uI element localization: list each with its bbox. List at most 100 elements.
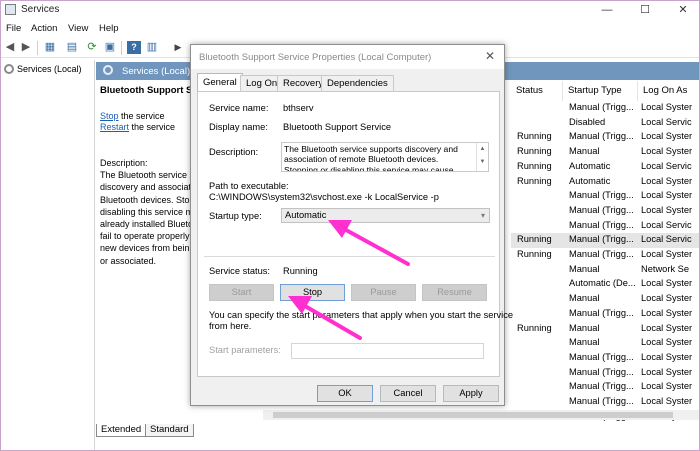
menu-file[interactable]: File — [6, 23, 21, 34]
minimize-button[interactable]: — — [591, 1, 623, 20]
path-value: C:\WINDOWS\system32\svchost.exe -k Local… — [209, 192, 439, 202]
tree-node-services-local[interactable]: Services (Local) — [4, 64, 82, 74]
chevron-up-icon[interactable]: ▲ — [477, 143, 488, 156]
table-row[interactable]: Manual (Trigg... Local Syster — [511, 307, 699, 322]
cancel-button[interactable]: Cancel — [380, 385, 436, 402]
menu-view[interactable]: View — [68, 23, 88, 34]
table-row[interactable]: Running Manual (Trigg... Local Servic — [511, 233, 699, 248]
table-row[interactable]: Running Automatic Local Servic — [511, 160, 699, 175]
tab-general[interactable]: General — [197, 73, 243, 92]
cell-log-on-as: Local Syster — [641, 102, 693, 112]
stop-button[interactable]: Stop — [280, 284, 345, 301]
cell-status: Running — [517, 146, 552, 157]
cell-startup-type: Manual — [569, 263, 600, 274]
chevron-down-icon[interactable]: ▼ — [477, 156, 488, 169]
cell-startup-type: Manual (Trigg... — [569, 102, 634, 112]
table-row[interactable]: Manual (Trigg... Local Syster — [511, 204, 699, 219]
forward-icon[interactable]: ▶ — [19, 41, 33, 54]
cell-startup-type: Manual (Trigg... — [569, 307, 634, 318]
tab-extended[interactable]: Extended — [96, 424, 147, 437]
cell-log-on-as: Local Servic — [641, 234, 692, 245]
table-row[interactable]: Running Manual (Trigg... Local Syster — [511, 130, 699, 145]
start-button[interactable]: Start — [209, 284, 274, 301]
table-row[interactable]: Manual (Trigg... Local Syster — [511, 395, 699, 410]
cell-startup-type: Manual — [569, 293, 600, 304]
cell-startup-type: Automatic — [569, 160, 611, 171]
gear-icon — [4, 64, 14, 74]
restart-service-link[interactable]: Restart — [100, 122, 129, 132]
services-list: Status Startup Type Log On As Manual (Tr… — [511, 81, 699, 421]
export-list-icon[interactable]: ▣ — [103, 41, 117, 54]
help-icon[interactable]: ? — [127, 41, 141, 54]
menu-action[interactable]: Action — [31, 23, 57, 34]
table-row[interactable]: Running Manual Local Syster — [511, 322, 699, 337]
table-row[interactable]: Running Manual (Trigg... Local Syster — [511, 248, 699, 263]
cell-status: Running — [517, 322, 552, 333]
table-row[interactable]: Manual (Trigg... Local Syster — [511, 351, 699, 366]
service-name-value: bthserv — [283, 103, 314, 113]
tab-standard[interactable]: Standard — [145, 424, 194, 437]
cell-status: Running — [517, 175, 552, 186]
properties-icon[interactable]: ▤ — [65, 41, 79, 54]
scrollbar-thumb[interactable] — [273, 412, 673, 418]
show-hide-action-pane-icon[interactable]: ▥ — [145, 41, 159, 54]
cell-log-on-as: Local Syster — [641, 204, 693, 215]
tab-dependencies[interactable]: Dependencies — [321, 75, 394, 91]
cell-startup-type: Manual — [569, 322, 600, 333]
stop-link-suffix: the service — [118, 111, 165, 121]
ok-button[interactable]: OK — [317, 385, 373, 402]
table-row[interactable]: Manual (Trigg... Local Syster — [511, 101, 699, 116]
tree-node-label: Services (Local) — [17, 64, 82, 74]
resume-button[interactable]: Resume — [422, 284, 487, 301]
description-scrollbar[interactable]: ▲ ▼ — [476, 143, 488, 171]
table-row[interactable]: Disabled Local Servic — [511, 116, 699, 131]
description-label: Description: — [209, 147, 259, 157]
cell-startup-type: Manual (Trigg... — [569, 234, 634, 245]
console-tree: Services (Local) — [1, 60, 95, 450]
column-header-log-on-as[interactable]: Log On As — [638, 81, 699, 101]
view-tabs: Extended Standard — [96, 424, 396, 438]
cell-log-on-as: Local Syster — [641, 175, 693, 186]
column-header-startup-type[interactable]: Startup Type — [563, 81, 638, 101]
menu-help[interactable]: Help — [99, 23, 119, 34]
table-row[interactable]: Manual (Trigg... Local Syster — [511, 380, 699, 395]
start-params-label: Start parameters: — [209, 345, 281, 355]
cell-startup-type: Manual (Trigg... — [569, 396, 634, 406]
display-name-value: Bluetooth Support Service — [283, 122, 392, 132]
path-label: Path to executable: — [209, 181, 289, 191]
maximize-button[interactable]: ☐ — [629, 1, 661, 20]
table-row[interactable]: Automatic (De... Local Syster — [511, 277, 699, 292]
table-row[interactable]: Manual (Trigg... Local Syster — [511, 366, 699, 381]
dialog-title: Bluetooth Support Service Properties (Lo… — [199, 52, 432, 63]
refresh-icon[interactable]: ⟳ — [85, 41, 99, 54]
table-row[interactable]: Manual Local Syster — [511, 292, 699, 307]
start-params-input[interactable] — [291, 343, 484, 359]
console-tree-icon[interactable]: ▦ — [43, 41, 57, 54]
pause-button[interactable]: Pause — [351, 284, 416, 301]
cell-startup-type: Manual (Trigg... — [569, 381, 634, 392]
column-header-status[interactable]: Status — [511, 81, 563, 101]
apply-button[interactable]: Apply — [443, 385, 499, 402]
cell-log-on-as: Local Syster — [641, 366, 693, 377]
horizontal-scrollbar[interactable] — [263, 410, 699, 420]
table-row[interactable]: Running Manual Local Syster — [511, 145, 699, 160]
cell-startup-type: Manual (Trigg... — [569, 366, 634, 377]
start-params-hint: You can specify the start parameters tha… — [209, 310, 514, 320]
cell-startup-type: Automatic — [569, 175, 611, 186]
table-row[interactable]: Manual Network Se — [511, 263, 699, 278]
dialog-close-icon[interactable]: ✕ — [485, 49, 495, 63]
table-row[interactable]: Manual Local Syster — [511, 336, 699, 351]
table-row[interactable]: Running Automatic Local Syster — [511, 175, 699, 190]
close-button[interactable]: ✕ — [667, 1, 699, 20]
cell-log-on-as: Local Syster — [641, 190, 693, 201]
start-service-icon[interactable]: ▶ — [171, 41, 185, 54]
table-row[interactable]: Manual (Trigg... Local Servic — [511, 219, 699, 234]
back-icon[interactable]: ◀ — [3, 41, 17, 54]
cell-startup-type: Manual (Trigg... — [569, 351, 634, 362]
cell-startup-type: Automatic (De... — [569, 278, 636, 289]
startup-type-select[interactable]: Automatic ▾ — [281, 208, 490, 223]
table-row[interactable]: Manual (Trigg... Local Syster — [511, 189, 699, 204]
stop-service-link[interactable]: Stop — [100, 111, 119, 121]
description-textbox[interactable]: The Bluetooth service supports discovery… — [281, 142, 489, 172]
display-name-label: Display name: — [209, 122, 268, 132]
